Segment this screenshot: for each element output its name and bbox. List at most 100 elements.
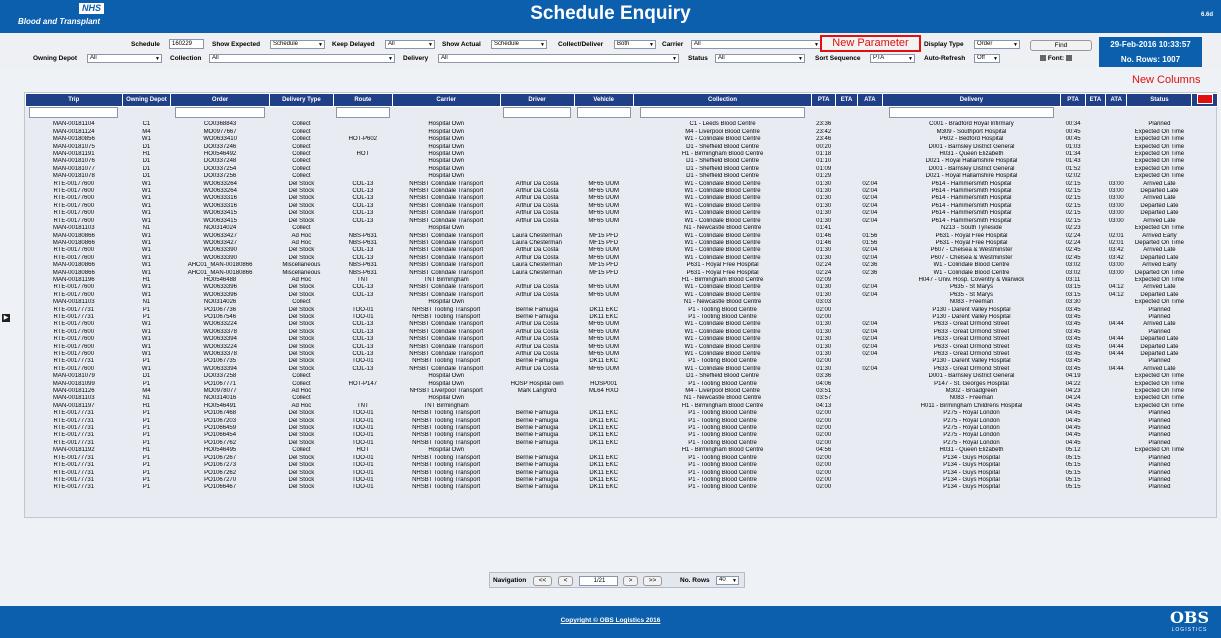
font-increase-icon[interactable] bbox=[1065, 55, 1072, 62]
table-row[interactable]: MAN-00181103 N1 NO0314026 Collect Hospital O… bbox=[26, 299, 1218, 306]
column-filter-input[interactable] bbox=[576, 107, 631, 118]
column-header[interactable]: Route bbox=[332, 93, 393, 107]
table-row[interactable]: RTE-00177600 W1 WO0633396 Del Stock COL-13 NH… bbox=[26, 284, 1218, 291]
table-row[interactable]: RTE-00177600 W1 WO0633224 Del Stock COL-13 NH… bbox=[26, 344, 1218, 351]
table-row[interactable]: RTE-00177600 W1 WO0633264 Del Stock COL-13 NH… bbox=[26, 188, 1218, 195]
table-row[interactable]: RTE-00177600 W1 WO0633415 Del Stock COL-13 NH… bbox=[26, 218, 1218, 225]
table-row[interactable]: MAN-00181191 H1 HO0546492 Collect HOT Hospita… bbox=[26, 151, 1218, 158]
column-header[interactable]: Driver bbox=[499, 93, 575, 107]
table-row[interactable]: MAN-00181104 C1 CO0368843 Collect Hospital O… bbox=[26, 121, 1218, 128]
table-row[interactable]: MAN-00180866 W1 AHC01_MAN-00180866 Miscella… bbox=[26, 270, 1218, 277]
table-row[interactable]: MAN-00181197 H1 HO0546491 Ad Hoc TNT TNT Birm… bbox=[26, 403, 1218, 410]
next-page-button[interactable]: > bbox=[623, 576, 638, 586]
table-row[interactable]: RTE-00177731 P1 PO1067270 Del Stock TOO-01 NH… bbox=[26, 477, 1218, 484]
table-row[interactable]: RTE-00177731 P1 PO1067762 Del Stock TOO-01 NH… bbox=[26, 440, 1218, 447]
table-row[interactable]: MAN-00181126 M4 MO0978077 Ad Hoc NHSBT Liver… bbox=[26, 388, 1218, 395]
collect-deliver-select[interactable]: Both ▼ bbox=[614, 40, 656, 49]
table-row[interactable]: RTE-00177600 W1 WO0633394 Del Stock COL-13 NH… bbox=[26, 336, 1218, 343]
table-row[interactable]: RTE-00177600 W1 WO0633415 Del Stock COL-13 NH… bbox=[26, 210, 1218, 217]
column-header[interactable]: ETA bbox=[834, 93, 859, 107]
column-header[interactable]: Carrier bbox=[391, 93, 501, 107]
collection-select[interactable]: All ▼ bbox=[209, 54, 395, 63]
owning-depot-select[interactable]: All ▼ bbox=[87, 54, 162, 63]
table-row[interactable]: RTE-00177731 P1 PO1067735 Del Stock TOO-01 NH… bbox=[26, 358, 1218, 365]
find-button[interactable]: Find bbox=[1030, 40, 1092, 51]
font-decrease-icon[interactable] bbox=[1040, 55, 1046, 62]
column-filter-input[interactable] bbox=[640, 107, 805, 118]
column-header[interactable]: Status bbox=[1126, 93, 1193, 107]
table-row[interactable]: RTE-00177731 P1 PO1066454 Del Stock TOO-01 NH… bbox=[26, 432, 1218, 439]
status-select[interactable]: All ▼ bbox=[715, 54, 805, 63]
table-row[interactable]: RTE-00177731 P1 PO1067546 Del Stock TOO-01 NH… bbox=[26, 314, 1218, 321]
column-filter-input[interactable] bbox=[335, 107, 390, 118]
table-row[interactable]: MAN-00181099 P1 PO1067771 Collect HOT-P147 Ho… bbox=[26, 381, 1218, 388]
table-row[interactable]: MAN-00180856 W1 WO0633410 Collect HOT-P602 Ho… bbox=[26, 136, 1218, 143]
table-row[interactable]: RTE-00177600 W1 WO0633394 Del Stock COL-13 NH… bbox=[26, 366, 1218, 373]
table-row[interactable]: RTE-00177600 W1 WO0633316 Del Stock COL-13 NH… bbox=[26, 203, 1218, 210]
table-row[interactable]: RTE-00177600 W1 WO0633390 Del Stock COL-13 NH… bbox=[26, 255, 1218, 262]
auto-refresh-select[interactable]: Off ▼ bbox=[974, 54, 1000, 63]
table-row[interactable]: RTE-00177731 P1 PO1067468 Del Stock TOO-01 NH… bbox=[26, 410, 1218, 417]
table-row[interactable]: RTE-00177600 W1 WO0633396 Del Stock COL-13 NH… bbox=[26, 292, 1218, 299]
table-row[interactable]: RTE-00177731 P1 PO1067203 Del Stock TOO-01 NH… bbox=[26, 418, 1218, 425]
column-header[interactable]: Order bbox=[170, 93, 270, 107]
carrier-select[interactable]: All ▼ bbox=[691, 40, 821, 49]
column-header[interactable]: ATA bbox=[1105, 93, 1128, 107]
last-page-button[interactable]: >> bbox=[643, 576, 662, 586]
column-header[interactable]: PTA bbox=[811, 93, 836, 107]
rows-per-page-select[interactable]: 40 ▼ bbox=[716, 576, 739, 585]
column-header[interactable]: Trip bbox=[25, 93, 123, 107]
column-header[interactable]: Collection bbox=[632, 93, 813, 107]
table-row[interactable]: RTE-00177731 P1 PO1067736 Del Stock TOO-01 NH… bbox=[26, 307, 1218, 314]
column-header[interactable]: ETA bbox=[1084, 93, 1107, 107]
column-header[interactable]: Delivery Type bbox=[268, 93, 334, 107]
display-type-select[interactable]: Order ▼ bbox=[974, 40, 1020, 49]
table-row[interactable]: MAN-00181196 H1 HO0546488 Ad Hoc TNT TNT Birm… bbox=[26, 277, 1218, 284]
column-header[interactable]: ATA bbox=[857, 93, 883, 107]
table-row[interactable]: RTE-00177600 W1 WO0633224 Del Stock COL-13 NH… bbox=[26, 321, 1218, 328]
page-number-input[interactable]: 1/21 bbox=[579, 576, 618, 586]
copyright-link[interactable]: Copyright © OBS Logistics 2016 bbox=[0, 617, 1221, 624]
table-row[interactable]: MAN-00180866 W1 AHC01_MAN-00180866 Miscella… bbox=[26, 262, 1218, 269]
table-row[interactable]: RTE-00177731 P1 PO1067267 Del Stock TOO-01 NH… bbox=[26, 455, 1218, 462]
table-row[interactable]: MAN-00181076 D1 DO0337248 Collect Hospital O… bbox=[26, 158, 1218, 165]
column-filter-input[interactable] bbox=[29, 107, 119, 118]
table-row[interactable]: RTE-00177731 P1 PO1066459 Del Stock TOO-01 NH… bbox=[26, 425, 1218, 432]
table-row[interactable]: MAN-00181075 D1 DO0337246 Collect Hospital O… bbox=[26, 144, 1218, 151]
table-row[interactable]: MAN-00181192 H1 HO0546495 Collect HOT Hospita… bbox=[26, 447, 1218, 454]
first-page-button[interactable]: << bbox=[533, 576, 552, 586]
table-row[interactable]: RTE-00177600 W1 WO0633390 Del Stock COL-13 NH… bbox=[26, 247, 1218, 254]
column-header[interactable]: Owning Depot bbox=[121, 93, 172, 107]
keep-delayed-select[interactable]: All ▼ bbox=[385, 40, 435, 49]
column-filter-input[interactable] bbox=[174, 107, 266, 118]
table-cell bbox=[835, 373, 857, 380]
delivery-select[interactable]: All ▼ bbox=[438, 54, 679, 63]
table-row[interactable]: MAN-00181103 N1 NO0314024 Collect Hospital O… bbox=[26, 225, 1218, 232]
schedule-input[interactable]: 160229 bbox=[169, 39, 204, 49]
table-row[interactable]: RTE-00177600 W1 WO0633264 Del Stock COL-13 NH… bbox=[26, 181, 1218, 188]
table-row[interactable]: MAN-00180866 W1 WO0633427 Ad Hoc NBS-P631 NHS… bbox=[26, 233, 1218, 240]
table-row[interactable]: RTE-00177731 P1 PO1066467 Del Stock TOO-01 NH… bbox=[26, 484, 1218, 491]
sort-sequence-select[interactable]: PTA ▼ bbox=[870, 54, 915, 63]
new-columns-button[interactable] bbox=[1191, 93, 1218, 107]
table-row[interactable]: MAN-00181103 N1 NO0314016 Collect Hospital O… bbox=[26, 395, 1218, 402]
table-row[interactable]: MAN-00181124 M4 MO0977667 Collect Hospital O… bbox=[26, 129, 1218, 136]
table-row[interactable]: MAN-00181077 D1 DO0337254 Collect Hospital O… bbox=[26, 166, 1218, 173]
show-actual-select[interactable]: Schedule ▼ bbox=[491, 40, 547, 49]
table-row[interactable]: RTE-00177600 W1 WO0633378 Del Stock COL-13 NH… bbox=[26, 329, 1218, 336]
table-row[interactable]: MAN-00181078 D1 DO0337256 Collect Hospital O… bbox=[26, 173, 1218, 180]
table-row[interactable]: RTE-00177731 P1 PO1067262 Del Stock TOO-01 NH… bbox=[26, 470, 1218, 477]
column-header[interactable]: Delivery bbox=[881, 93, 1062, 107]
prev-page-button[interactable]: < bbox=[558, 576, 573, 586]
column-header[interactable]: PTA bbox=[1060, 93, 1086, 107]
table-row[interactable]: RTE-00177600 W1 WO0633316 Del Stock COL-13 NH… bbox=[26, 195, 1218, 202]
column-filter-input[interactable] bbox=[502, 107, 572, 118]
column-header[interactable]: Vehicle bbox=[573, 93, 634, 107]
expand-arrow-icon[interactable]: ▶ bbox=[2, 314, 10, 322]
column-filter-input[interactable] bbox=[889, 107, 1054, 118]
table-row[interactable]: RTE-00177731 P1 PO1067273 Del Stock TOO-01 NH… bbox=[26, 462, 1218, 469]
table-row[interactable]: RTE-00177600 W1 WO0633378 Del Stock COL-13 NH… bbox=[26, 351, 1218, 358]
table-row[interactable]: MAN-00181079 D1 DO0337258 Collect Hospital O… bbox=[26, 373, 1218, 380]
show-expected-select[interactable]: Schedule ▼ bbox=[270, 40, 325, 49]
table-row[interactable]: MAN-00180866 W1 WO0633427 Ad Hoc NBS-P631 NHS… bbox=[26, 240, 1218, 247]
